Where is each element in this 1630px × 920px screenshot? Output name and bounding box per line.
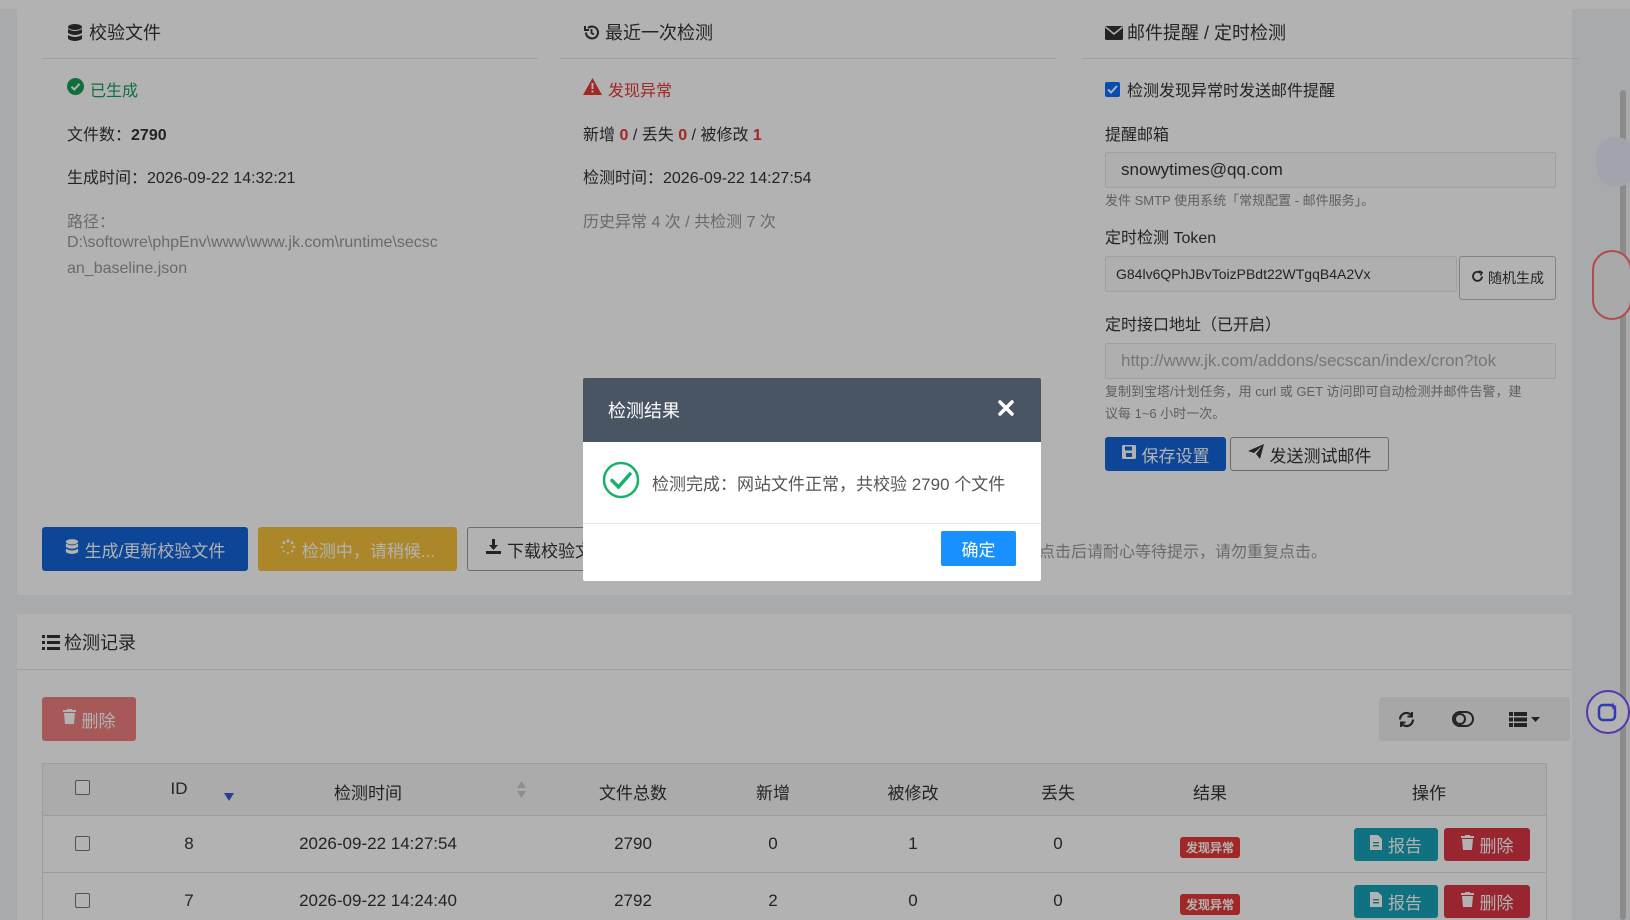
dialog-message: 检测完成：网站文件正常，共校验 2790 个文件 [652, 475, 1006, 494]
dialog-body: 检测完成：网站文件正常，共校验 2790 个文件 [583, 442, 1041, 524]
success-icon [602, 461, 640, 504]
close-icon[interactable] [993, 395, 1019, 421]
result-dialog: 检测结果 检测完成：网站文件正常，共校验 2790 个文件 确定 [583, 378, 1041, 581]
dialog-title: 检测结果 [608, 401, 680, 421]
dialog-header: 检测结果 [583, 378, 1041, 442]
confirm-button[interactable]: 确定 [941, 531, 1016, 566]
page: 校验文件 已生成 文件数：2790 生成时间：2026-09-22 14:32:… [0, 0, 1630, 920]
